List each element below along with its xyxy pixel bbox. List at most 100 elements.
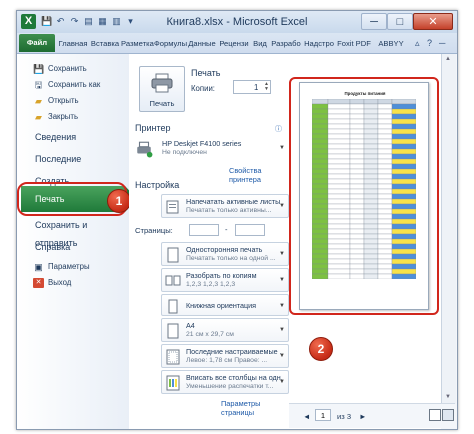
tab-insert[interactable]: Вставка: [90, 36, 120, 51]
prev-page-button[interactable]: ◄: [303, 412, 311, 421]
current-page-input[interactable]: 1: [315, 409, 331, 421]
nav-exit[interactable]: ✕ Выход: [17, 276, 129, 290]
copies-label: Копии:: [191, 84, 215, 93]
exit-icon: ✕: [33, 278, 44, 288]
save-icon[interactable]: 💾: [41, 16, 52, 27]
sides-title: Односторонняя печать: [186, 245, 263, 254]
print-what-dropdown[interactable]: Напечатать активные листы Печатать тольк…: [161, 194, 289, 218]
copies-input[interactable]: 1 ▲ ▼: [233, 80, 271, 94]
chart-icon[interactable]: ▥: [111, 16, 122, 27]
print-preview-icon[interactable]: ▤: [83, 16, 94, 27]
printer-status: Не подключен: [162, 149, 207, 156]
nav-exit-label: Выход: [48, 278, 72, 287]
save-icon: 💾: [33, 64, 45, 74]
save-as-icon: 🖫: [34, 80, 43, 90]
printer-dropdown[interactable]: HP Deskjet F4100 series Не подключен ▼: [137, 136, 289, 162]
scaling-title: Вписать все столбцы на одн...: [186, 373, 282, 382]
open-icon[interactable]: ▦: [97, 16, 108, 27]
printer-device-icon: [137, 141, 153, 158]
paper-size-title: A4: [186, 321, 195, 330]
tab-data[interactable]: Данные: [187, 36, 217, 51]
collate-title: Разобрать по копиям: [186, 271, 257, 280]
window-minimize-icon[interactable]: ─: [439, 38, 445, 48]
printer-heading: Принтер: [135, 123, 171, 133]
preview-page-navigator: ◄ 1 из 3 ►: [289, 403, 455, 428]
print-settings-pane: Печать Печать Копии: 1 ▲ ▼ Принтер ⓘ HP D…: [129, 54, 289, 429]
maximize-button[interactable]: □: [387, 13, 413, 30]
collate-icon: [165, 275, 181, 286]
next-page-button[interactable]: ►: [359, 412, 367, 421]
nav-close-label: Закрыть: [48, 112, 79, 121]
tab-file[interactable]: Файл: [19, 34, 55, 52]
chevron-down-icon: ▼: [279, 145, 285, 151]
callout-1: 1: [107, 189, 131, 213]
print-button[interactable]: Печать: [139, 66, 185, 112]
nav-save-label: Сохранить: [48, 64, 87, 73]
tab-addins[interactable]: Надстро: [303, 36, 335, 51]
chevron-down-icon: ▼: [279, 327, 285, 333]
collate-dropdown[interactable]: Разобрать по копиям 1,2,3 1,2,3 1,2,3 ▼: [161, 268, 289, 292]
tab-foxit-pdf[interactable]: Foxit PDF: [336, 36, 372, 51]
undo-icon[interactable]: ↶: [55, 16, 66, 27]
nav-help[interactable]: Справка: [17, 238, 129, 256]
window-title: Книга8.xlsx - Microsoft Excel: [166, 16, 308, 28]
tab-home[interactable]: Главная: [57, 36, 89, 51]
ribbon-tab-bar: Файл Главная Вставка Разметка Формулы Да…: [17, 33, 457, 63]
paper-size-dropdown[interactable]: A4 21 см x 29,7 см ▼: [161, 318, 289, 342]
pages-from-input[interactable]: [189, 224, 219, 236]
margins-dropdown[interactable]: Последние настраиваемые ... Левое: 1,78 …: [161, 344, 289, 368]
tab-view[interactable]: Вид: [251, 36, 269, 51]
nav-save[interactable]: 💾 Сохранить: [17, 62, 129, 76]
nav-options-label: Параметры: [48, 262, 90, 271]
chevron-down-icon: ▼: [279, 303, 285, 309]
nav-recent-label: Последние: [35, 154, 82, 164]
page-count: из 3: [337, 412, 352, 421]
chevron-down-icon: ▼: [279, 251, 285, 257]
tab-developer[interactable]: Разрабо: [270, 36, 302, 51]
tab-formulas[interactable]: Формулы: [154, 36, 187, 51]
nav-open[interactable]: ▰ Открыть: [17, 94, 129, 108]
printer-icon: [151, 73, 173, 93]
customize-qat-icon[interactable]: ▾: [125, 16, 136, 27]
minimize-button[interactable]: ─: [361, 13, 387, 30]
orientation-dropdown[interactable]: Книжная ориентация ▼: [161, 294, 289, 316]
scaling-dropdown[interactable]: Вписать все столбцы на одн... Уменьшение…: [161, 370, 289, 394]
margins-icon: [166, 349, 180, 365]
preview-scrollbar[interactable]: ▲ ▼: [441, 54, 456, 404]
folder-open-icon: ▰: [35, 96, 42, 106]
close-button[interactable]: ✕: [413, 13, 453, 30]
print-what-title: Напечатать активные листы: [186, 197, 281, 206]
help-icon[interactable]: ?: [427, 38, 432, 48]
page-setup-link[interactable]: Параметры страницы: [221, 399, 289, 417]
pages-to-input[interactable]: [235, 224, 265, 236]
settings-heading: Настройка: [135, 180, 180, 190]
copies-spinner-icon[interactable]: ▲ ▼: [264, 82, 269, 92]
zoom-to-page-icon[interactable]: [442, 409, 454, 421]
backstage-nav: 💾 Сохранить 🖫 Сохранить как ▰ Открыть ▰ …: [17, 54, 137, 429]
tab-abbyy[interactable]: ABBYY PC: [373, 36, 409, 63]
printer-info-icon[interactable]: ⓘ: [275, 124, 282, 134]
ribbon-collapse-icon[interactable]: ▵: [415, 38, 420, 49]
chevron-down-icon: ▼: [279, 379, 285, 385]
chevron-down-icon: ▼: [279, 353, 285, 359]
scroll-down-icon[interactable]: ▼: [445, 394, 451, 400]
nav-save-send[interactable]: Сохранить и отправить: [17, 216, 129, 248]
show-margins-icon[interactable]: [429, 409, 441, 421]
nav-options[interactable]: ▣ Параметры: [17, 260, 129, 274]
print-what-desc: Печатать только активны...: [186, 207, 272, 214]
nav-info[interactable]: Сведения: [17, 128, 129, 146]
nav-save-as[interactable]: 🖫 Сохранить как: [17, 78, 129, 92]
orientation-title: Книжная ориентация: [186, 301, 257, 310]
printer-properties-link[interactable]: Свойства принтера: [229, 166, 289, 184]
print-preview-pane: Продукты питания: [289, 54, 441, 429]
print-button-label: Печать: [149, 99, 175, 108]
nav-recent[interactable]: Последние: [17, 150, 129, 168]
scroll-up-icon[interactable]: ▲: [445, 56, 451, 62]
nav-close[interactable]: ▰ Закрыть: [17, 110, 129, 124]
sides-dropdown[interactable]: Односторонняя печать Печатать только на …: [161, 242, 289, 266]
redo-icon[interactable]: ↷: [69, 16, 80, 27]
pages-label: Страницы:: [135, 226, 173, 235]
pages-dash: -: [225, 225, 228, 234]
tab-review[interactable]: Рецензи: [218, 36, 250, 51]
tab-page-layout[interactable]: Разметка: [121, 36, 154, 51]
